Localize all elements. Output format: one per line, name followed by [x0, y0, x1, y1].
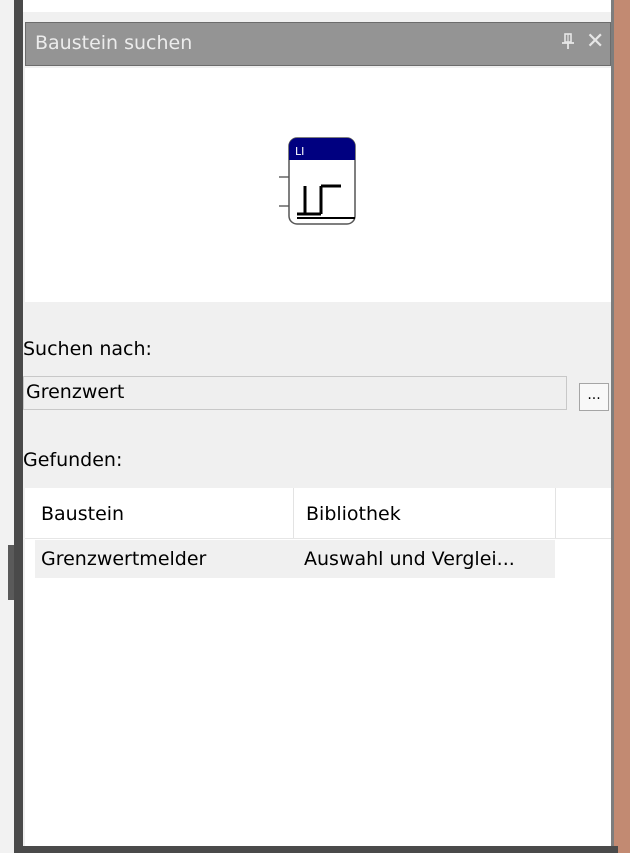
table-row[interactable]: Grenzwertmelder Auswahl und Verglei...: [35, 540, 555, 578]
results-header: Baustein Bibliothek: [25, 488, 611, 539]
close-icon[interactable]: ✕: [586, 29, 604, 55]
column-header-baustein[interactable]: Baustein: [41, 503, 124, 525]
bottom-border: [14, 846, 618, 853]
left-border: [14, 0, 23, 853]
search-label: Suchen nach:: [23, 338, 152, 360]
pin-icon[interactable]: [562, 32, 576, 52]
results-list: Baustein Bibliothek Grenzwertmelder Ausw…: [25, 488, 611, 846]
cell-baustein: Grenzwertmelder: [41, 548, 207, 570]
limit-step-icon: LI: [279, 137, 356, 225]
top-strip: [14, 0, 618, 12]
search-input[interactable]: Grenzwert: [23, 376, 567, 410]
left-border-accent: [8, 545, 14, 600]
browse-button[interactable]: ...: [579, 383, 609, 411]
search-block-panel: Baustein suchen ✕ LI Suchen nach: Grenzw…: [23, 12, 611, 846]
panel-titlebar[interactable]: Baustein suchen ✕: [25, 22, 611, 66]
cell-bibliothek: Auswahl und Verglei...: [304, 548, 515, 570]
block-label: LI: [295, 145, 304, 158]
block-preview: LI: [25, 68, 611, 302]
column-header-bibliothek[interactable]: Bibliothek: [306, 503, 401, 525]
column-separator[interactable]: [293, 488, 294, 538]
window-frame: Baustein suchen ✕ LI Suchen nach: Grenzw…: [0, 0, 630, 853]
found-label: Gefunden:: [23, 449, 123, 471]
column-separator[interactable]: [555, 488, 556, 538]
right-border: [614, 0, 630, 853]
panel-title: Baustein suchen: [35, 32, 193, 54]
